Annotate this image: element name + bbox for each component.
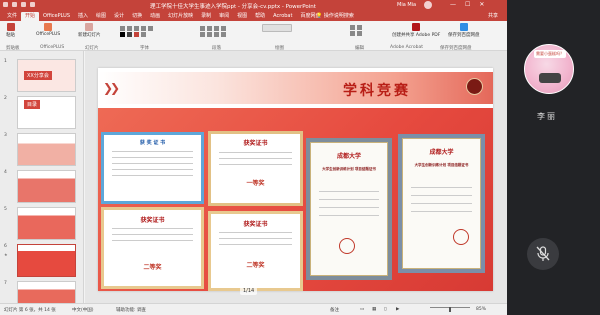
certificate-image[interactable]: 获 奖 证 书 [101,132,204,204]
certificate-image[interactable]: 获奖证书 二等奖 [208,211,303,291]
redo-icon[interactable] [21,2,26,7]
slide-thumbnail-selected[interactable]: 6 ★ [4,244,82,279]
shapes-gallery[interactable] [262,24,292,33]
font-controls[interactable] [120,26,155,38]
minimize-button[interactable]: — [450,1,456,8]
view-slideshow-icon[interactable]: ▶ [396,307,399,312]
new-slide-icon [85,23,94,31]
maximize-button[interactable]: ☐ [465,1,470,8]
ribbon-home: 粘贴 OfficePLUS 新建幻灯片 创建并共享 Adobe PDF 保存到百… [0,21,507,51]
tab-design[interactable]: 设计 [110,12,128,21]
zoom-level[interactable]: 85% [476,307,486,312]
tab-acrobat[interactable]: Acrobat [269,12,296,21]
mic-muted-icon [536,246,550,261]
paste-button[interactable]: 粘贴 [6,23,15,38]
share-button[interactable]: 共享 [488,12,498,19]
cloud-icon [459,23,468,31]
certificate-image[interactable]: 获奖证书 一等奖 [208,131,303,206]
tab-help[interactable]: 帮助 [251,12,269,21]
officeplus-button[interactable]: OfficePLUS [36,23,60,37]
officeplus-icon [44,23,53,31]
certificate-photo[interactable]: 成都大学 大学生创新训练计划 项目结题证书 [306,138,392,280]
slide-thumbnail[interactable]: 1 XX分享会 [4,59,82,94]
new-slide-button[interactable]: 新建幻灯片 [78,23,101,38]
save-icon[interactable] [3,2,8,7]
slide-thumbnails-pane[interactable]: 1 XX分享会 2 目录 3 4 5 6 ★ 7 [0,51,84,303]
avatar-badge: 需要小蛋糕吗？ [534,50,566,58]
ribbon-tabs: 文件 开始 OfficePLUS 插入 绘图 设计 切换 动画 幻灯片放映 录制… [0,11,507,21]
star-icon: ★ [4,252,8,257]
baidu-save-button[interactable]: 保存到百度网盘 [448,23,480,38]
window-controls: — ☐ ✕ [450,1,484,8]
pdf-icon [412,23,421,31]
slide-editing-area[interactable]: ❯❯ 学科竞赛 获 奖 证 书 获奖证书 一等奖 获奖证书 二等奖 获奖证书 二… [85,51,507,303]
language-indicator[interactable]: 中文(中国) [72,307,94,313]
slide-thumbnail[interactable]: 2 目录 [4,96,82,131]
user-name[interactable]: Mia Mia [397,2,416,8]
slide-thumbnail[interactable]: 4 [4,170,82,205]
powerpoint-window: 理工学院十佳大学生事迹入学院ppt - 分享会-cv.pptx - PowerP… [0,0,507,315]
tab-record[interactable]: 录制 [197,12,215,21]
participant-avatar: 需要小蛋糕吗？ [524,44,574,94]
window-title: 理工学院十佳大学生事迹入学院ppt - 分享会-cv.pptx - PowerP… [150,4,316,10]
tab-view[interactable]: 视图 [233,12,251,21]
notes-button[interactable]: 备注 [330,307,339,313]
view-normal-icon[interactable]: ▭ [360,307,364,312]
user-avatar[interactable] [424,1,432,9]
present-icon[interactable] [30,2,35,7]
slide-thumbnail[interactable]: 5 [4,207,82,242]
mic-muted-button[interactable] [527,238,559,270]
tab-slideshow[interactable]: 幻灯片放映 [164,12,197,21]
slide-count: 幻灯片 第 6 张，共 14 张 [4,308,56,313]
quick-access-toolbar [3,2,35,7]
tab-transitions[interactable]: 切换 [128,12,146,21]
tab-review[interactable]: 审阅 [215,12,233,21]
current-slide[interactable]: ❯❯ 学科竞赛 获 奖 证 书 获奖证书 一等奖 获奖证书 二等奖 获奖证书 二… [98,68,493,291]
view-sorter-icon[interactable]: ▦ [372,307,376,312]
slide-thumbnail[interactable]: 3 [4,133,82,168]
tab-insert[interactable]: 插入 [74,12,92,21]
car-icon [539,73,561,83]
tab-officeplus[interactable]: OfficePLUS [39,12,74,21]
create-pdf-button[interactable]: 创建并共享 Adobe PDF [392,23,440,38]
slide-header-banner: ❯❯ 学科竞赛 [98,72,493,104]
stamp-icon [453,229,469,245]
participant-name: 李丽 [537,112,557,121]
certificate-image[interactable]: 获奖证书 二等奖 [101,207,204,289]
tab-home[interactable]: 开始 [21,11,40,21]
slide-title[interactable]: 学科竞赛 [343,80,411,100]
slide-thumbnail[interactable]: 7 [4,281,82,303]
accessibility-status[interactable]: 辅助功能: 调查 [116,307,146,313]
page-indicator: 1/14 [240,287,258,295]
group-officeplus: OfficePLUS [40,45,65,50]
undo-icon[interactable] [12,2,17,7]
zoom-slider-handle[interactable] [449,307,451,312]
status-bar: 幻灯片 第 6 张，共 14 张 中文(中国) 辅助功能: 调查 备注 ▭ ▦ … [0,303,507,315]
stamp-icon [339,238,355,254]
editing-controls[interactable] [350,25,364,37]
tab-file[interactable]: 文件 [3,12,21,21]
tell-me-search[interactable]: 💡 操作说明搜索 [316,12,354,19]
view-reading-icon[interactable]: ▯ [384,307,386,312]
tab-animations[interactable]: 动画 [146,12,164,21]
participant-video[interactable]: 需要小蛋糕吗？ [513,42,593,102]
chevron-right-icon: ❯❯ [103,81,120,95]
title-bar: 理工学院十佳大学生事迹入学院ppt - 分享会-cv.pptx - PowerP… [0,0,507,11]
group-acrobat: Adobe Acrobat [390,45,424,50]
tab-draw[interactable]: 绘图 [92,12,110,21]
university-seal-icon [466,78,483,95]
certificate-photo[interactable]: 成都大学 大学生创新训练计划 项目结题证书 [398,134,485,273]
paragraph-controls[interactable] [200,26,228,38]
lightbulb-icon: 💡 [316,13,323,19]
paste-icon [6,23,15,31]
shapes-icon [262,24,292,32]
meeting-participant-panel: 需要小蛋糕吗？ 李丽 [507,0,600,315]
close-button[interactable]: ✕ [479,1,484,8]
